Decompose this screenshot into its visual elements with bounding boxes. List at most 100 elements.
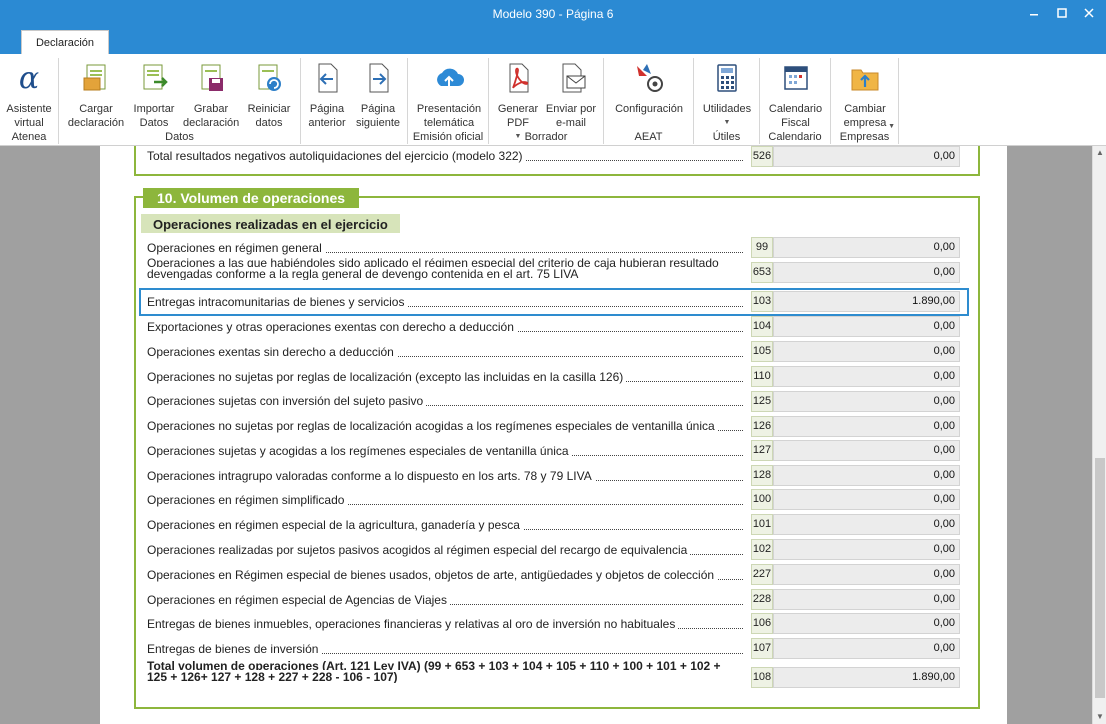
casilla-value-input-100[interactable]: 0,00 xyxy=(773,489,960,510)
cargar-declaracion-button[interactable]: Cargar declaración xyxy=(65,62,127,130)
casilla-value-input-107[interactable]: 0,00 xyxy=(773,638,960,659)
row-label-106: Entregas de bienes inmuebles, operacione… xyxy=(147,617,743,631)
prev-row-label: Total resultados negativos autoliquidaci… xyxy=(147,149,743,163)
group-atenea: α Asistente virtual Atenea xyxy=(0,58,59,144)
casilla-value-input-106[interactable]: 0,00 xyxy=(773,613,960,634)
pagina-siguiente-button[interactable]: Página siguiente xyxy=(353,62,403,130)
minimize-icon xyxy=(1030,14,1038,16)
maximize-icon xyxy=(1057,8,1067,18)
next-page-icon xyxy=(369,63,389,93)
calculator-icon xyxy=(717,64,737,92)
title-bar: Modelo 390 - Página 6 xyxy=(0,0,1106,30)
calendar-icon xyxy=(783,66,808,90)
casilla-value-input-128[interactable]: 0,00 xyxy=(773,465,960,486)
row-label-125: Operaciones sujetas con inversión del su… xyxy=(147,394,743,408)
folder-upload-icon xyxy=(851,69,879,91)
group-label-utiles: Útiles xyxy=(712,131,741,143)
tab-declaracion[interactable]: Declaración xyxy=(21,30,109,54)
group-label-empresas: Empresas xyxy=(839,131,890,143)
row-label-127: Operaciones sujetas y acogidas a los reg… xyxy=(147,444,743,458)
row-label-101: Operaciones en régimen especial de la ag… xyxy=(147,518,743,532)
minimize-button[interactable] xyxy=(1024,4,1044,24)
casilla-value-input-104[interactable]: 0,00 xyxy=(773,316,960,337)
row-label-103: Entregas intracomunitarias de bienes y s… xyxy=(147,295,743,309)
window-title: Modelo 390 - Página 6 xyxy=(492,7,614,21)
importar-datos-button[interactable]: Importar Datos xyxy=(129,62,179,130)
calendario-fiscal-button[interactable]: Calendario Fiscal xyxy=(764,62,827,130)
casilla-code-108: 108 xyxy=(751,667,773,688)
group-aeat: Configuración AEAT xyxy=(604,58,694,144)
group-label-datos: Datos xyxy=(165,131,194,143)
group-label-aeat: AEAT xyxy=(634,131,663,143)
asistente-virtual-button[interactable]: α Asistente virtual xyxy=(4,61,54,130)
row-label-100: Operaciones en régimen simplificado xyxy=(147,493,743,507)
chevron-down-icon: ▼ xyxy=(723,119,731,126)
group-label-atenea: Atenea xyxy=(11,131,47,143)
casilla-value-input-125[interactable]: 0,00 xyxy=(773,391,960,412)
enviar-email-button[interactable]: Enviar por e-mail xyxy=(543,62,599,130)
utilidades-button[interactable]: Utilidades ▼ xyxy=(698,62,756,130)
group-label-emision: Emisión oficial xyxy=(412,131,484,143)
casilla-code-127: 127 xyxy=(751,440,773,461)
group-calendario: Calendario Fiscal Calendario xyxy=(760,58,831,144)
refresh-document-icon xyxy=(258,64,281,91)
cloud-upload-icon xyxy=(437,68,464,88)
casilla-value-input-227[interactable]: 0,00 xyxy=(773,564,960,585)
scroll-down-icon[interactable]: ▼ xyxy=(1096,712,1104,721)
casilla-value-input-102[interactable]: 0,00 xyxy=(773,539,960,560)
scrollbar-thumb[interactable] xyxy=(1095,458,1105,698)
casilla-code-126: 126 xyxy=(751,416,773,437)
casilla-value-input-108[interactable]: 1.890,00 xyxy=(773,667,960,688)
group-empresas: Cambiar empresa ▼ Empresas xyxy=(831,58,899,144)
group-emision-oficial: Presentación telemática Emisión oficial xyxy=(408,58,489,144)
configuracion-button[interactable]: Configuración xyxy=(608,62,690,116)
casilla-value-input-228[interactable]: 0,00 xyxy=(773,589,960,610)
casilla-code-105: 105 xyxy=(751,341,773,362)
section-title: 10. Volumen de operaciones xyxy=(143,188,360,208)
row-label-126: Operaciones no sujetas por reglas de loc… xyxy=(147,419,743,433)
casilla-code-99: 99 xyxy=(751,237,773,258)
casilla-code-653: 653 xyxy=(751,262,773,283)
row-label-102: Operaciones realizadas por sujetos pasiv… xyxy=(147,543,743,557)
group-borrador: Generar PDF ▼ Enviar por e-mail Borrador xyxy=(489,58,604,144)
presentacion-telematica-button[interactable]: Presentación telemática xyxy=(412,62,486,130)
svg-text:α: α xyxy=(19,62,39,94)
grabar-declaracion-button[interactable]: Grabar declaración xyxy=(183,62,239,130)
maximize-button[interactable] xyxy=(1052,4,1072,24)
email-icon xyxy=(562,63,586,93)
row-label-108: Total volumen de operaciones (Art. 121 L… xyxy=(147,661,721,683)
previous-page-icon xyxy=(318,63,338,93)
casilla-code-102: 102 xyxy=(751,539,773,560)
casilla-code-107: 107 xyxy=(751,638,773,659)
scroll-up-icon[interactable]: ▲ xyxy=(1096,148,1104,157)
group-label-borrador: Borrador xyxy=(524,131,568,143)
cambiar-empresa-button[interactable]: Cambiar empresa ▼ xyxy=(835,62,895,130)
casilla-value-input-105[interactable]: 0,00 xyxy=(773,341,960,362)
row-label-228: Operaciones en régimen especial de Agenc… xyxy=(147,593,743,607)
vertical-scrollbar[interactable]: ▲ ▼ xyxy=(1092,146,1106,724)
casilla-code-227: 227 xyxy=(751,564,773,585)
casilla-value-input-653[interactable]: 0,00 xyxy=(773,262,960,283)
casilla-value-input[interactable]: 0,00 xyxy=(773,146,960,167)
close-button[interactable] xyxy=(1079,4,1099,24)
casilla-code-103: 103 xyxy=(751,291,773,312)
casilla-value-input-110[interactable]: 0,00 xyxy=(773,366,960,387)
casilla-code-228: 228 xyxy=(751,589,773,610)
casilla-code-110: 110 xyxy=(751,366,773,387)
ribbon: α Asistente virtual Atenea Cargar declar… xyxy=(0,54,1106,146)
pagina-anterior-button[interactable]: Página anterior xyxy=(305,62,349,130)
casilla-value-input-99[interactable]: 0,00 xyxy=(773,237,960,258)
alpha-icon: α xyxy=(19,61,39,96)
row-label-110: Operaciones no sujetas por reglas de loc… xyxy=(147,370,743,384)
row-label-104: Exportaciones y otras operaciones exenta… xyxy=(147,320,743,334)
group-datos: Cargar declaración Importar Datos Grabar… xyxy=(59,58,301,144)
row-label-227: Operaciones en Régimen especial de biene… xyxy=(147,568,743,582)
casilla-value-input-127[interactable]: 0,00 xyxy=(773,440,960,461)
casilla-value-input-101[interactable]: 0,00 xyxy=(773,514,960,535)
casilla-value-input-103[interactable]: 1.890,00 xyxy=(773,291,960,312)
row-label-107: Entregas de bienes de inversión xyxy=(147,642,743,656)
reiniciar-datos-button[interactable]: Reiniciar datos xyxy=(243,62,295,130)
group-utiles: Utilidades ▼ Útiles xyxy=(694,58,760,144)
casilla-value-input-126[interactable]: 0,00 xyxy=(773,416,960,437)
casilla-code-106: 106 xyxy=(751,613,773,634)
